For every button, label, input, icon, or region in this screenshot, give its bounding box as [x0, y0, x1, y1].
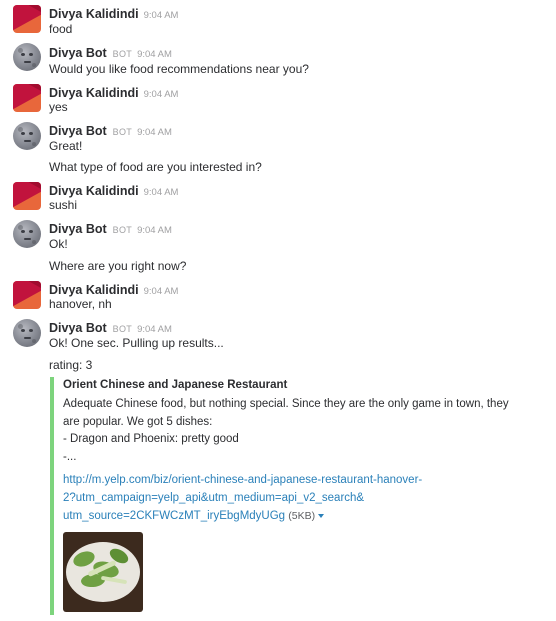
- timestamp[interactable]: 9:04 AM: [137, 225, 172, 236]
- sender-name[interactable]: Divya Kalidindi: [49, 7, 139, 21]
- sender-name[interactable]: Divya Bot: [49, 222, 107, 236]
- file-size: (5KB): [288, 510, 316, 522]
- sender-name[interactable]: Divya Bot: [49, 124, 107, 138]
- attachment-text-line: -...: [63, 451, 77, 463]
- message-header: Divya Kalidindi 9:04 AM: [49, 84, 178, 102]
- message-text: hanover, nh: [49, 297, 112, 311]
- message-text: Would you like food recommendations near…: [49, 62, 309, 76]
- yelp-link[interactable]: http://m.yelp.com/biz/orient-chinese-and…: [63, 474, 422, 486]
- attachment-text-line: - Dragon and Phoenix: pretty good: [63, 433, 239, 445]
- sender-name[interactable]: Divya Bot: [49, 46, 107, 60]
- message-text: Ok! One sec. Pulling up results...: [49, 336, 224, 350]
- sender-name[interactable]: Divya Kalidindi: [49, 184, 139, 198]
- message-header: Divya Bot BOT 9:04 AM: [49, 44, 172, 62]
- message-text: Where are you right now?: [49, 259, 187, 273]
- user-avatar-icon[interactable]: [13, 281, 41, 309]
- message-text: yes: [49, 100, 68, 114]
- moon-face-icon[interactable]: [13, 122, 41, 150]
- message-text: rating: 3: [49, 358, 93, 372]
- message-text: Great!: [49, 139, 83, 153]
- message-text: Ok!: [49, 237, 68, 251]
- message-text: sushi: [49, 198, 78, 212]
- sender-name[interactable]: Divya Kalidindi: [49, 86, 139, 100]
- timestamp[interactable]: 9:04 AM: [144, 286, 179, 297]
- message-text: What type of food are you interested in?: [49, 160, 262, 174]
- attachment-text-line: are popular. We got 5 dishes:: [63, 416, 213, 428]
- timestamp[interactable]: 9:04 AM: [137, 127, 172, 138]
- attachment-text-line: Adequate Chinese food, but nothing speci…: [63, 398, 509, 410]
- moon-face-icon[interactable]: [13, 319, 41, 347]
- sender-name[interactable]: Divya Bot: [49, 321, 107, 335]
- timestamp[interactable]: 9:04 AM: [137, 49, 172, 60]
- moon-face-icon[interactable]: [13, 43, 41, 71]
- timestamp[interactable]: 9:04 AM: [137, 324, 172, 335]
- restaurant-attachment: Orient Chinese and Japanese Restaurant A…: [50, 377, 534, 615]
- yelp-link-last-line: utm_source=2CKFWCzMT_iryEbgMdyUGg (5KB): [63, 510, 325, 522]
- bot-badge: BOT: [112, 127, 133, 137]
- caret-down-icon[interactable]: [318, 513, 325, 518]
- message-header: Divya Bot BOT 9:04 AM: [49, 122, 172, 140]
- user-avatar-icon[interactable]: [13, 5, 41, 33]
- message-header: Divya Bot BOT 9:04 AM: [49, 220, 172, 238]
- user-avatar-icon[interactable]: [13, 182, 41, 210]
- timestamp[interactable]: 9:04 AM: [144, 187, 179, 198]
- sender-name[interactable]: Divya Kalidindi: [49, 283, 139, 297]
- timestamp[interactable]: 9:04 AM: [144, 89, 179, 100]
- yelp-link[interactable]: 2?utm_campaign=yelp_api&utm_medium=api_v…: [63, 492, 364, 504]
- message-header: Divya Bot BOT 9:04 AM: [49, 319, 172, 337]
- bot-badge: BOT: [112, 324, 133, 334]
- message-text: food: [49, 22, 73, 36]
- message-header: Divya Kalidindi 9:04 AM: [49, 5, 178, 23]
- food-thumbnail[interactable]: [63, 532, 143, 612]
- bot-badge: BOT: [112, 225, 133, 235]
- timestamp[interactable]: 9:04 AM: [144, 10, 179, 21]
- moon-face-icon[interactable]: [13, 220, 41, 248]
- bot-badge: BOT: [112, 49, 133, 59]
- yelp-link[interactable]: utm_source=2CKFWCzMT_iryEbgMdyUGg: [63, 510, 285, 522]
- user-avatar-icon[interactable]: [13, 84, 41, 112]
- attachment-title: Orient Chinese and Japanese Restaurant: [63, 379, 288, 391]
